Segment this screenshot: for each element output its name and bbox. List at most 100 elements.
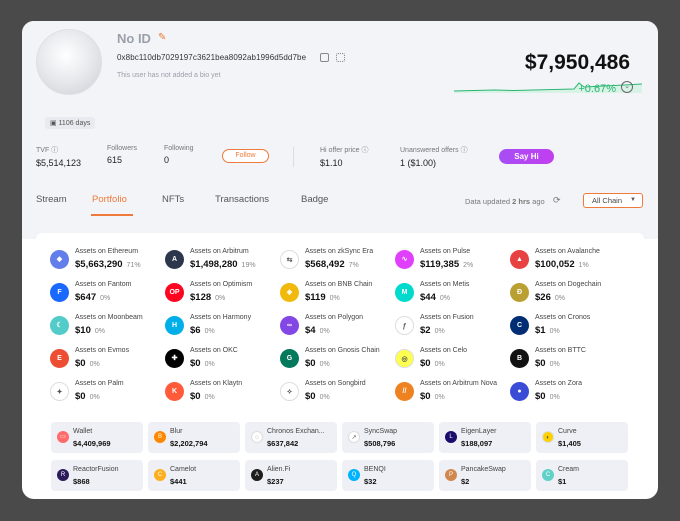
asset-item[interactable]: ∿ Assets on Pulse $119,385 2% [395, 248, 510, 276]
protocol-item[interactable]: ▭ Wallet $4,409,969 [51, 422, 143, 453]
asset-chain-name: Assets on Dogechain [535, 281, 602, 288]
asset-value: $0 0% [75, 358, 100, 369]
asset-item[interactable]: H Assets on Harmony $6 0% [165, 314, 280, 342]
asset-percent: 0% [204, 394, 215, 401]
asset-value: $0 0% [305, 358, 330, 369]
asset-chain-name: Assets on Metis [420, 281, 470, 288]
protocol-item[interactable]: L EigenLayer $188,097 [439, 422, 531, 453]
chain-icon: ⇆ [280, 250, 299, 269]
chain-icon: ✚ [165, 349, 184, 368]
tab-transactions[interactable]: Transactions [215, 194, 269, 205]
asset-item[interactable]: Ð Assets on Dogechain $26 0% [510, 281, 625, 309]
asset-item[interactable]: ƒ Assets on Fusion $2 0% [395, 314, 510, 342]
asset-chain-name: Assets on Avalanche [535, 248, 600, 255]
asset-item[interactable]: ✧ Assets on Songbird $0 0% [280, 380, 395, 408]
asset-value: $0 0% [420, 391, 445, 402]
protocol-item[interactable]: Q BENQI $32 [342, 460, 434, 491]
asset-item[interactable]: G Assets on Gnosis Chain $0 0% [280, 347, 395, 375]
asset-chain-name: Assets on Gnosis Chain [305, 347, 380, 354]
protocol-item[interactable]: R ReactorFusion $868 [51, 460, 143, 491]
tab-stream[interactable]: Stream [36, 194, 67, 205]
asset-item[interactable]: ✦ Assets on Palm $0 0% [50, 380, 165, 408]
tab-badge[interactable]: Badge [301, 194, 328, 205]
asset-item[interactable]: ✚ Assets on OKC $0 0% [165, 347, 280, 375]
asset-item[interactable]: F Assets on Fantom $647 0% [50, 281, 165, 309]
protocol-icon: B [154, 431, 166, 443]
qr-code-icon[interactable] [336, 53, 345, 62]
tab-nfts[interactable]: NFTs [162, 194, 184, 205]
asset-item[interactable]: ◆ Assets on Ethereum $5,663,290 71% [50, 248, 165, 276]
asset-item[interactable]: ▲ Assets on Avalanche $100,052 1% [510, 248, 625, 276]
asset-chain-name: Assets on Pulse [420, 248, 471, 255]
tab-portfolio[interactable]: Portfolio [92, 194, 127, 205]
say-hi-button[interactable]: Say Hi [499, 149, 554, 164]
divider [293, 147, 294, 167]
chevron-down-icon[interactable]: ⌄ [621, 81, 633, 93]
protocol-item[interactable]: A Alien.Fi $237 [245, 460, 337, 491]
asset-item[interactable]: B Assets on BTTC $0 0% [510, 347, 625, 375]
protocol-icon: ◐ [542, 431, 554, 443]
asset-percent: 0% [94, 328, 105, 335]
protocol-value: $4,409,969 [73, 439, 111, 448]
protocol-value: $508,796 [364, 439, 396, 448]
asset-item[interactable]: ∞ Assets on Polygon $4 0% [280, 314, 395, 342]
caret-down-icon: ▼ [630, 197, 636, 203]
asset-percent: 2% [463, 262, 474, 269]
asset-percent: 0% [89, 361, 100, 368]
asset-item[interactable]: ● Assets on Zora $0 0% [510, 380, 625, 408]
asset-value: $10 0% [75, 325, 105, 336]
asset-item[interactable]: A Assets on Arbitrum $1,498,280 19% [165, 248, 280, 276]
protocol-icon: R [57, 469, 69, 481]
edit-name-icon[interactable]: ✎ [158, 32, 166, 43]
protocol-name: BENQI [364, 466, 386, 473]
asset-item[interactable]: OP Assets on Optimism $128 0% [165, 281, 280, 309]
chain-icon: // [395, 382, 414, 401]
chain-icon: ∞ [280, 316, 299, 335]
followers-label: Followers [107, 145, 137, 152]
chain-icon: K [165, 382, 184, 401]
asset-item[interactable]: ⇆ Assets on zkSync Era $568,492 7% [280, 248, 395, 276]
chain-icon: ƒ [395, 316, 414, 335]
asset-item[interactable]: K Assets on Klaytn $0 0% [165, 380, 280, 408]
copy-icon[interactable] [320, 53, 329, 62]
chain-icon: E [50, 349, 69, 368]
asset-item[interactable]: // Assets on Arbitrum Nova $0 0% [395, 380, 510, 408]
chain-icon: F [50, 283, 69, 302]
protocol-item[interactable]: ↗ SyncSwap $508,796 [342, 422, 434, 453]
asset-item[interactable]: ☾ Assets on Moonbeam $10 0% [50, 314, 165, 342]
protocol-item[interactable]: ◌ Chronos Exchan... $637,842 [245, 422, 337, 453]
protocol-item[interactable]: P PancakeSwap $2 [439, 460, 531, 491]
protocol-name: PancakeSwap [461, 466, 506, 473]
asset-chain-name: Assets on BNB Chain [305, 281, 373, 288]
portfolio-panel: ◆ Assets on Ethereum $5,663,290 71% A Assets … [36, 233, 644, 499]
asset-percent: 71% [126, 262, 141, 269]
info-icon[interactable]: ⓘ [362, 147, 369, 154]
protocol-item[interactable]: ◐ Curve $1,405 [536, 422, 628, 453]
stat-following[interactable]: Following 0 [164, 145, 194, 165]
asset-item[interactable]: ◈ Assets on BNB Chain $119 0% [280, 281, 395, 309]
info-icon[interactable]: ⓘ [51, 147, 58, 154]
stat-followers[interactable]: Followers 615 [107, 145, 137, 165]
active-tab-indicator [91, 214, 133, 216]
asset-value: $0 0% [535, 358, 560, 369]
protocol-icon: Q [348, 469, 360, 481]
asset-item[interactable]: C Assets on Cronos $1 0% [510, 314, 625, 342]
protocol-icon: L [445, 431, 457, 443]
chain-icon: Ð [510, 283, 529, 302]
protocol-item[interactable]: B Blur $2,202,794 [148, 422, 240, 453]
info-icon[interactable]: ⓘ [461, 147, 468, 154]
followers-value: 615 [107, 155, 123, 165]
protocol-item[interactable]: C Camelot $441 [148, 460, 240, 491]
asset-value: $5,663,290 71% [75, 259, 141, 270]
asset-item[interactable]: ◎ Assets on Celo $0 0% [395, 347, 510, 375]
protocol-item[interactable]: C Cream $1 [536, 460, 628, 491]
asset-item[interactable]: E Assets on Evmos $0 0% [50, 347, 165, 375]
asset-percent: 1% [578, 262, 589, 269]
refresh-icon[interactable]: ⟳ [553, 195, 561, 206]
asset-item[interactable]: M Assets on Metis $44 0% [395, 281, 510, 309]
follow-button[interactable]: Follow [222, 149, 269, 163]
asset-chain-name: Assets on Cronos [535, 314, 591, 321]
asset-percent: 0% [554, 295, 565, 302]
asset-value: $1 0% [535, 325, 560, 336]
chain-select[interactable]: All Chain ▼ [583, 193, 643, 208]
